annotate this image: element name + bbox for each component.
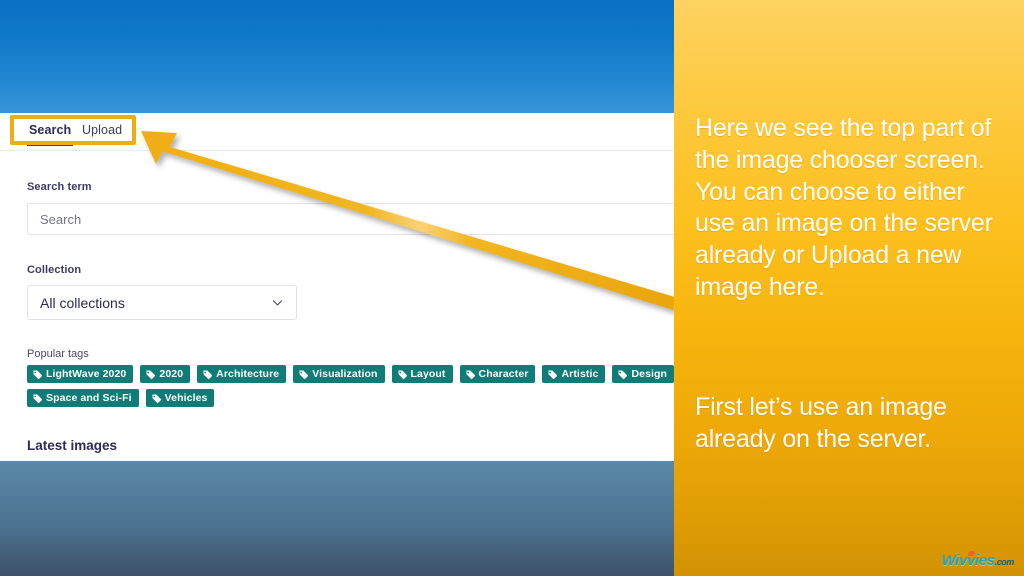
tag-icon bbox=[548, 370, 558, 379]
collection-selected-value: All collections bbox=[40, 294, 125, 311]
collection-select[interactable]: All collections bbox=[27, 285, 297, 320]
narration-paragraph-2: First let’s use an image already on the … bbox=[695, 393, 947, 453]
watermark-tld: .com bbox=[994, 557, 1015, 567]
search-input[interactable] bbox=[27, 203, 674, 235]
chooser-tabbar: Search Upload bbox=[0, 113, 674, 151]
tag-row: Space and Sci-Fi Vehicles bbox=[27, 389, 667, 407]
tag-chip-label: Space and Sci-Fi bbox=[46, 392, 132, 404]
tag-chip-label: Character bbox=[478, 368, 529, 380]
tag-icon bbox=[33, 394, 43, 403]
tab-search[interactable]: Search bbox=[27, 121, 74, 146]
tag-icon bbox=[299, 370, 309, 379]
narration-panel: Here we see the top part of the image ch… bbox=[674, 0, 1024, 576]
tag-chip-label: Artistic bbox=[561, 368, 599, 380]
tag-icon bbox=[397, 370, 407, 379]
tag-chip[interactable]: Layout bbox=[391, 365, 453, 383]
tag-icon bbox=[33, 370, 43, 379]
collection-label: Collection bbox=[27, 264, 82, 276]
tag-icon bbox=[146, 370, 156, 379]
chevron-down-icon bbox=[272, 300, 283, 306]
screenshot-canvas: Search Upload Search term Collection All… bbox=[0, 0, 1024, 576]
latest-images-heading: Latest images bbox=[27, 438, 118, 453]
search-term-label: Search term bbox=[27, 181, 92, 193]
tag-chip[interactable]: Character bbox=[459, 365, 536, 383]
tag-chip[interactable]: Design bbox=[612, 365, 674, 383]
tag-chip-label: Design bbox=[631, 368, 668, 380]
tag-chip[interactable]: Vehicles bbox=[145, 389, 215, 407]
tag-icon bbox=[618, 370, 628, 379]
watermark: Wivvies.com bbox=[942, 549, 1015, 568]
popular-tags-list: LightWave 2020 2020 Architecture Visualizat… bbox=[27, 365, 674, 413]
tab-upload[interactable]: Upload bbox=[80, 121, 124, 145]
tag-chip-label: Architecture bbox=[216, 368, 280, 380]
tag-icon bbox=[203, 370, 213, 379]
tag-chip-label: Visualization bbox=[312, 368, 378, 380]
tag-chip-label: Vehicles bbox=[164, 392, 208, 404]
image-chooser-panel: Search Upload Search term Collection All… bbox=[0, 113, 674, 461]
tab-search-label: Search bbox=[29, 123, 72, 137]
tag-chip-label: Layout bbox=[410, 368, 446, 380]
image-chooser-app: Search Upload Search term Collection All… bbox=[0, 0, 674, 576]
popular-tags-label: Popular tags bbox=[27, 348, 89, 360]
tag-chip[interactable]: 2020 bbox=[140, 365, 191, 383]
tag-chip[interactable]: Visualization bbox=[293, 365, 385, 383]
narration-paragraph-1: Here we see the top part of the image ch… bbox=[695, 114, 993, 301]
tag-chip-label: 2020 bbox=[159, 368, 184, 380]
app-header-blue-band bbox=[0, 0, 674, 113]
tab-upload-label: Upload bbox=[82, 123, 123, 137]
tag-chip[interactable]: Space and Sci-Fi bbox=[27, 389, 139, 407]
app-footer-blue-band bbox=[0, 461, 674, 576]
tag-chip[interactable]: Artistic bbox=[542, 365, 606, 383]
tag-chip[interactable]: LightWave 2020 bbox=[27, 365, 134, 383]
tag-icon bbox=[151, 394, 161, 403]
tag-chip-label: LightWave 2020 bbox=[46, 368, 127, 380]
tag-icon bbox=[465, 370, 475, 379]
tag-row: LightWave 2020 2020 Architecture Visualizat… bbox=[27, 365, 674, 383]
tag-chip[interactable]: Architecture bbox=[197, 365, 287, 383]
